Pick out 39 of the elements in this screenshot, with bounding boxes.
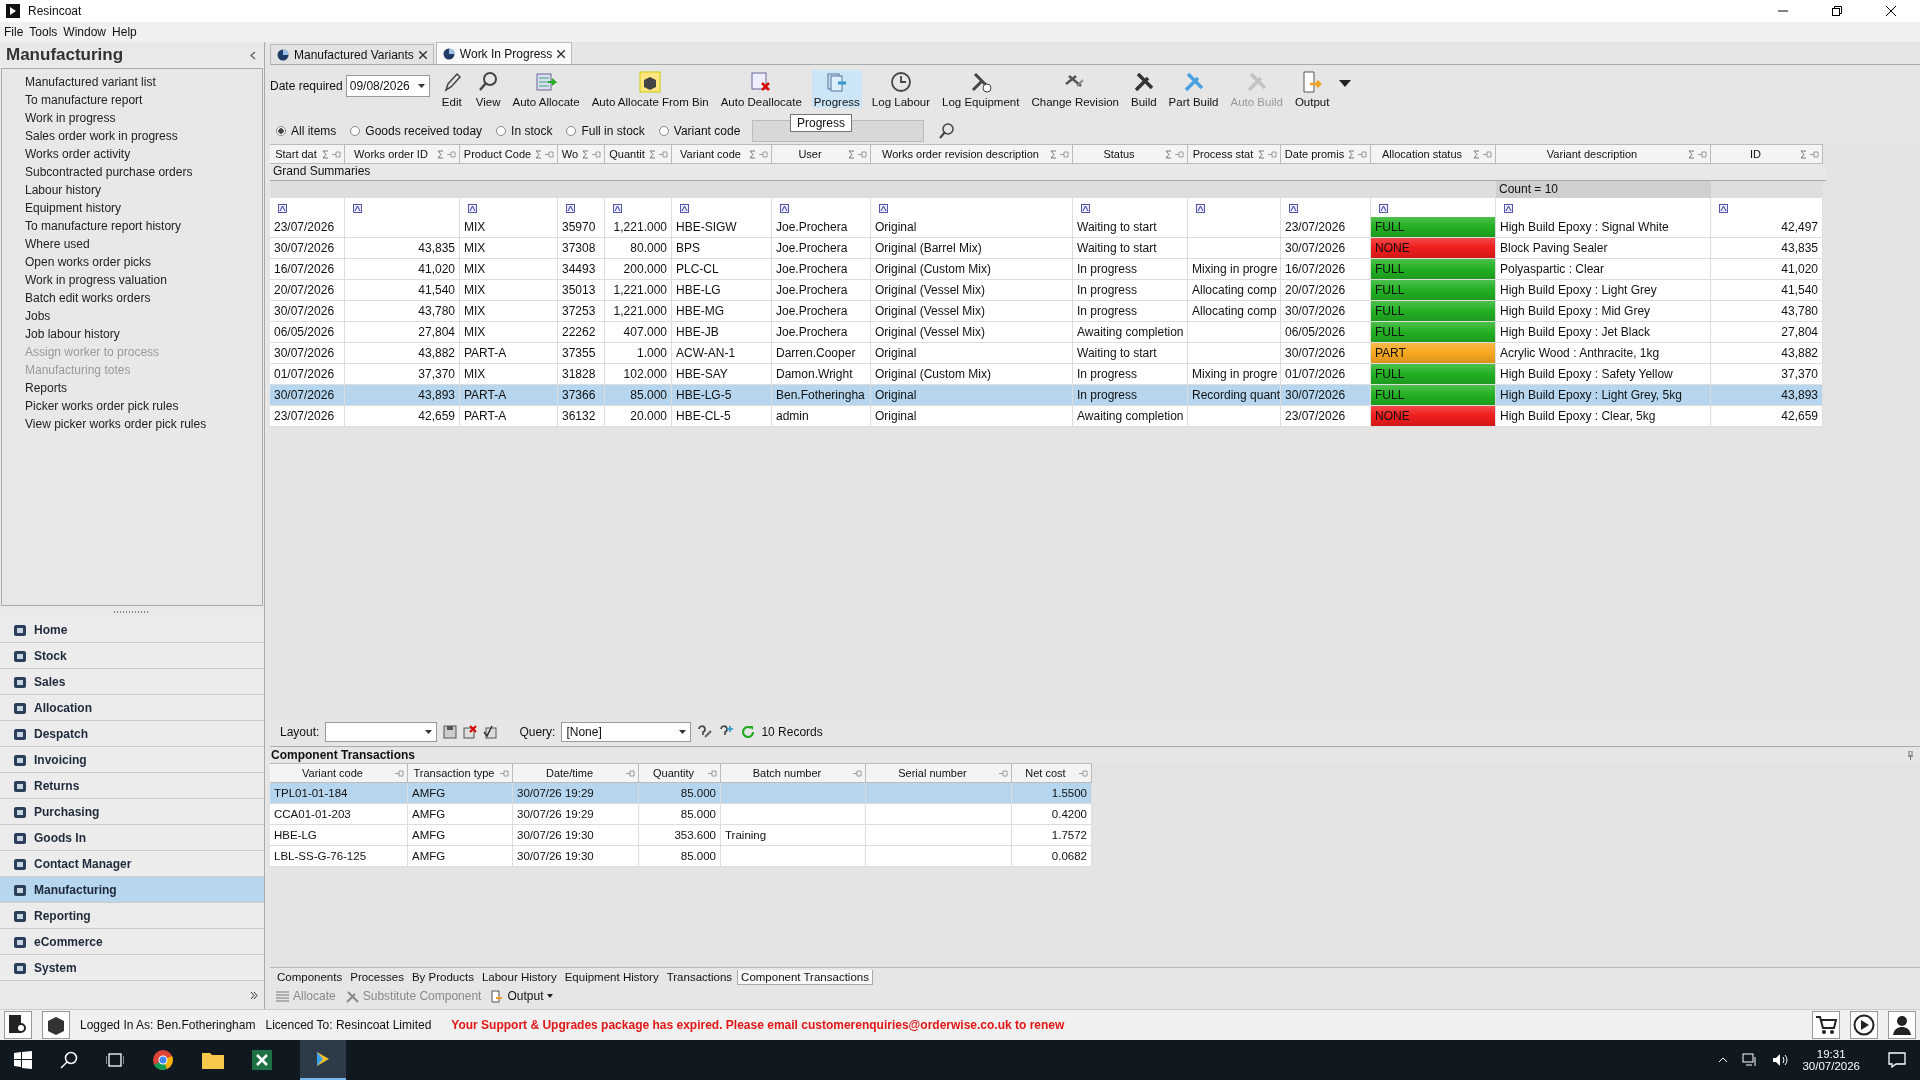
table-cell: PART-A <box>460 406 558 427</box>
table-cell: AMFG <box>408 846 513 867</box>
section-title: Component Transactions <box>271 748 416 762</box>
allocation-status-badge: FULL <box>1371 280 1496 301</box>
table-cell: HBE-CL-5 <box>672 406 772 427</box>
table-cell: 30/07/26 19:30 <box>513 846 639 867</box>
allocation-status-badge: NONE <box>1371 406 1496 427</box>
allocation-status-badge: FULL <box>1371 301 1496 322</box>
allocation-status-badge: PART <box>1371 343 1496 364</box>
grand-summaries-label: Grand Summaries <box>273 164 371 178</box>
table-cell: 85.000 <box>639 846 721 867</box>
count-summary: Count = 10 <box>1496 181 1711 198</box>
allocation-status-badge: FULL <box>1371 259 1496 280</box>
table-cell: Original <box>871 406 1073 427</box>
window-title: Resincoat <box>28 4 82 18</box>
licence-text: Licenced To: Resincoat Limited <box>265 1018 432 1032</box>
table-cell: 42,659 <box>1711 406 1823 427</box>
table-cell: 20.000 <box>605 406 672 427</box>
logged-in-text: Logged In As: Ben.Fotheringham <box>80 1018 256 1032</box>
sidebar-title: Manufacturing <box>6 45 124 65</box>
layout-label: Layout: <box>280 725 320 739</box>
allocation-status-badge: FULL <box>1371 322 1496 343</box>
record-count: 10 Records <box>761 725 823 739</box>
table-cell: 23/07/2026 <box>270 406 345 427</box>
table-cell: admin <box>772 406 871 427</box>
table-cell: LBL-SS-G-76-125 <box>270 846 408 867</box>
table-cell: High Build Epoxy : Clear, 5kg <box>1496 406 1711 427</box>
allocation-status-badge: FULL <box>1371 364 1496 385</box>
query-label: Query: <box>519 725 556 739</box>
expiry-message: Your Support & Upgrades package has expired. Please email customerenquiries@orderwise.co.uk to renew <box>451 1018 1065 1032</box>
allocation-status-badge: NONE <box>1371 238 1496 259</box>
tooltip: Progress <box>790 114 853 132</box>
table-cell: 0.0682 <box>1012 846 1092 867</box>
allocation-status-badge: FULL <box>1371 385 1496 406</box>
allocation-status-badge: FULL <box>1371 217 1496 238</box>
table-cell: 36132 <box>558 406 605 427</box>
table-cell: Awaiting completion <box>1073 406 1188 427</box>
date-label: Date required <box>270 79 343 93</box>
table-cell: 42,659 <box>345 406 460 427</box>
